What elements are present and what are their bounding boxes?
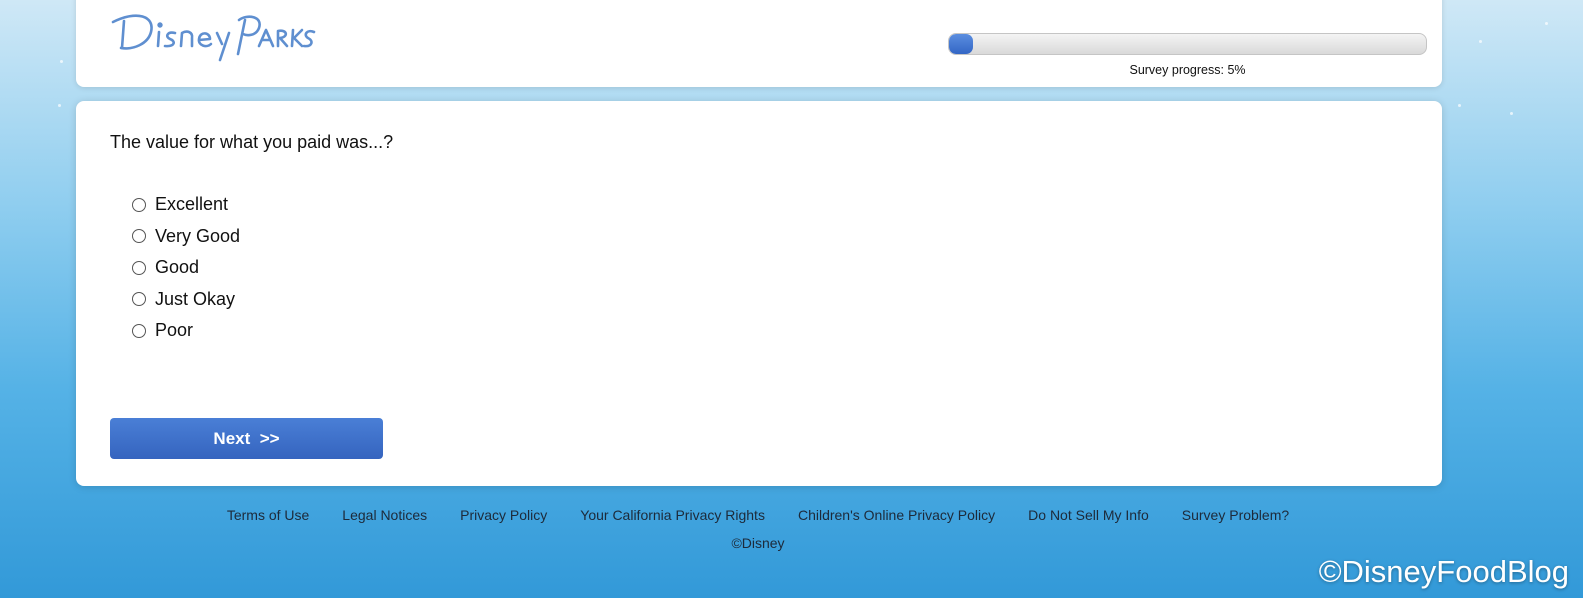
progress-track: [948, 33, 1427, 55]
sparkle-decoration: [1545, 22, 1548, 25]
radio-button[interactable]: [132, 229, 146, 244]
footer-link-california-privacy[interactable]: Your California Privacy Rights: [580, 507, 765, 523]
copyright: ©Disney: [731, 535, 785, 551]
progress-label: Survey progress: 5%: [1129, 63, 1246, 77]
option-just-okay[interactable]: Just Okay: [132, 284, 240, 316]
footer-link-legal-notices[interactable]: Legal Notices: [342, 507, 427, 523]
watermark: ©DisneyFoodBlog: [1318, 554, 1569, 589]
option-label: Just Okay: [155, 288, 236, 309]
sparkle-decoration: [1458, 104, 1461, 107]
sparkle-decoration: [1479, 40, 1482, 43]
footer-link-do-not-sell[interactable]: Do Not Sell My Info: [1028, 507, 1149, 523]
option-very-good[interactable]: Very Good: [132, 221, 240, 253]
option-label: Poor: [155, 320, 194, 341]
sparkle-decoration: [58, 104, 61, 107]
sparkle-decoration: [1510, 112, 1513, 115]
radio-button[interactable]: [132, 292, 146, 307]
survey-progress: Survey progress: 5%: [948, 33, 1427, 77]
footer-link-terms-of-use[interactable]: Terms of Use: [227, 507, 309, 523]
answer-options: Excellent Very Good Good Just Okay Poor: [132, 189, 240, 347]
disney-parks-logo: [111, 14, 316, 62]
progress-fill: [949, 34, 973, 54]
option-label: Excellent: [155, 194, 229, 215]
option-label: Very Good: [155, 225, 241, 246]
sparkle-decoration: [60, 60, 63, 63]
footer-link-childrens-privacy[interactable]: Children's Online Privacy Policy: [798, 507, 995, 523]
option-good[interactable]: Good: [132, 252, 240, 284]
next-button[interactable]: Next >>: [110, 418, 383, 459]
radio-button[interactable]: [132, 260, 146, 275]
radio-button[interactable]: [132, 197, 146, 212]
footer-links: Terms of Use Legal Notices Privacy Polic…: [0, 507, 1516, 523]
footer-link-survey-problem[interactable]: Survey Problem?: [1182, 507, 1289, 523]
footer-link-privacy-policy[interactable]: Privacy Policy: [460, 507, 547, 523]
radio-button[interactable]: [132, 323, 146, 338]
option-poor[interactable]: Poor: [132, 315, 240, 347]
option-label: Good: [155, 257, 200, 278]
question-text: The value for what you paid was...?: [110, 132, 394, 152]
option-excellent[interactable]: Excellent: [132, 189, 240, 221]
